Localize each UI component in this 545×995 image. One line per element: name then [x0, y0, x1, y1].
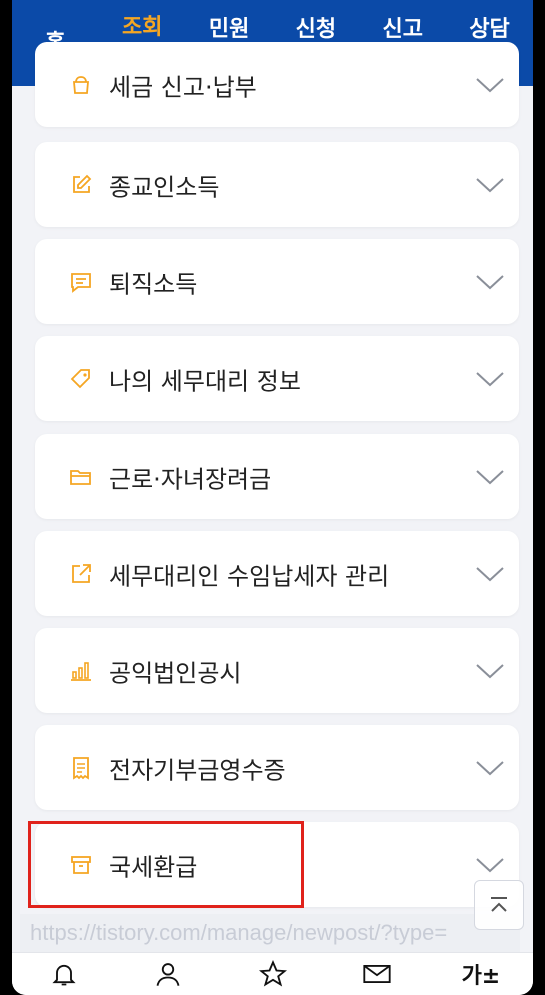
menu-item-religious-income[interactable]: 종교인소득 [35, 142, 519, 227]
menu-item-taxpayer-management[interactable]: 세무대리인 수임납세자 관리 [35, 531, 519, 616]
chevron-down-icon [476, 177, 504, 192]
menu-item-tax-agent-info[interactable]: 나의 세무대리 정보 [35, 336, 519, 421]
menu-item-label: 나의 세무대리 정보 [109, 367, 301, 395]
menu-item-label: 종교인소득 [109, 173, 220, 201]
chevron-down-icon [476, 469, 504, 484]
tag-icon [68, 366, 94, 392]
notification-button[interactable] [12, 960, 116, 988]
chevron-down-icon [476, 371, 504, 386]
folder-icon [68, 464, 94, 490]
chevron-down-icon [476, 663, 504, 678]
menu-item-tax-refund[interactable]: 국세환급 [35, 822, 519, 907]
scroll-top-button[interactable] [474, 880, 524, 930]
chevron-down-icon [476, 566, 504, 581]
edit-icon [68, 172, 94, 198]
font-size-button[interactable]: 가± [429, 958, 533, 990]
bell-icon [52, 964, 76, 986]
chevron-down-icon [476, 77, 504, 92]
my-page-button[interactable] [116, 960, 220, 988]
url-watermark: https://tistory.com/manage/newpost/?type… [20, 914, 520, 952]
menu-item-label: 퇴직소득 [109, 270, 198, 298]
menu-item-label: 근로·자녀장려금 [109, 465, 272, 493]
menu-item-label: 국세환급 [109, 853, 198, 881]
font-size-label: 가± [461, 964, 501, 989]
user-icon [156, 963, 180, 986]
bottom-toolbar: 가± [12, 952, 533, 995]
chevron-down-icon [476, 274, 504, 289]
scroll-up-icon [491, 897, 507, 912]
menu-item-label: 전자기부금영수증 [109, 756, 286, 784]
menu-item-public-interest-disclosure[interactable]: 공익법인공시 [35, 628, 519, 713]
star-icon [258, 960, 287, 987]
mail-button[interactable] [325, 960, 429, 988]
archive-icon [68, 852, 94, 878]
phone-screen: 홈 조회 발급 민원 증명 신청 제출 신고 납부 상담 제보 세금 신고·납부… [12, 0, 533, 995]
chevron-down-icon [476, 857, 504, 872]
menu-item-retirement-income[interactable]: 퇴직소득 [35, 239, 519, 324]
favorites-button[interactable] [220, 960, 324, 988]
mail-icon [363, 965, 391, 983]
menu-item-label: 세무대리인 수임납세자 관리 [109, 562, 390, 590]
menu-item-label: 공익법인공시 [109, 659, 242, 687]
menu-item-tax-report[interactable]: 세금 신고·납부 [35, 42, 519, 127]
menu-item-donation-receipt[interactable]: 전자기부금영수증 [35, 725, 519, 810]
receipt-icon [68, 755, 94, 781]
menu-item-label: 세금 신고·납부 [109, 73, 257, 101]
menu-item-earned-income-credit[interactable]: 근로·자녀장려금 [35, 434, 519, 519]
message-icon [68, 269, 94, 295]
share-icon [68, 561, 94, 587]
bar-chart-icon [68, 658, 94, 684]
bag-icon [68, 72, 94, 98]
chevron-down-icon [476, 760, 504, 775]
